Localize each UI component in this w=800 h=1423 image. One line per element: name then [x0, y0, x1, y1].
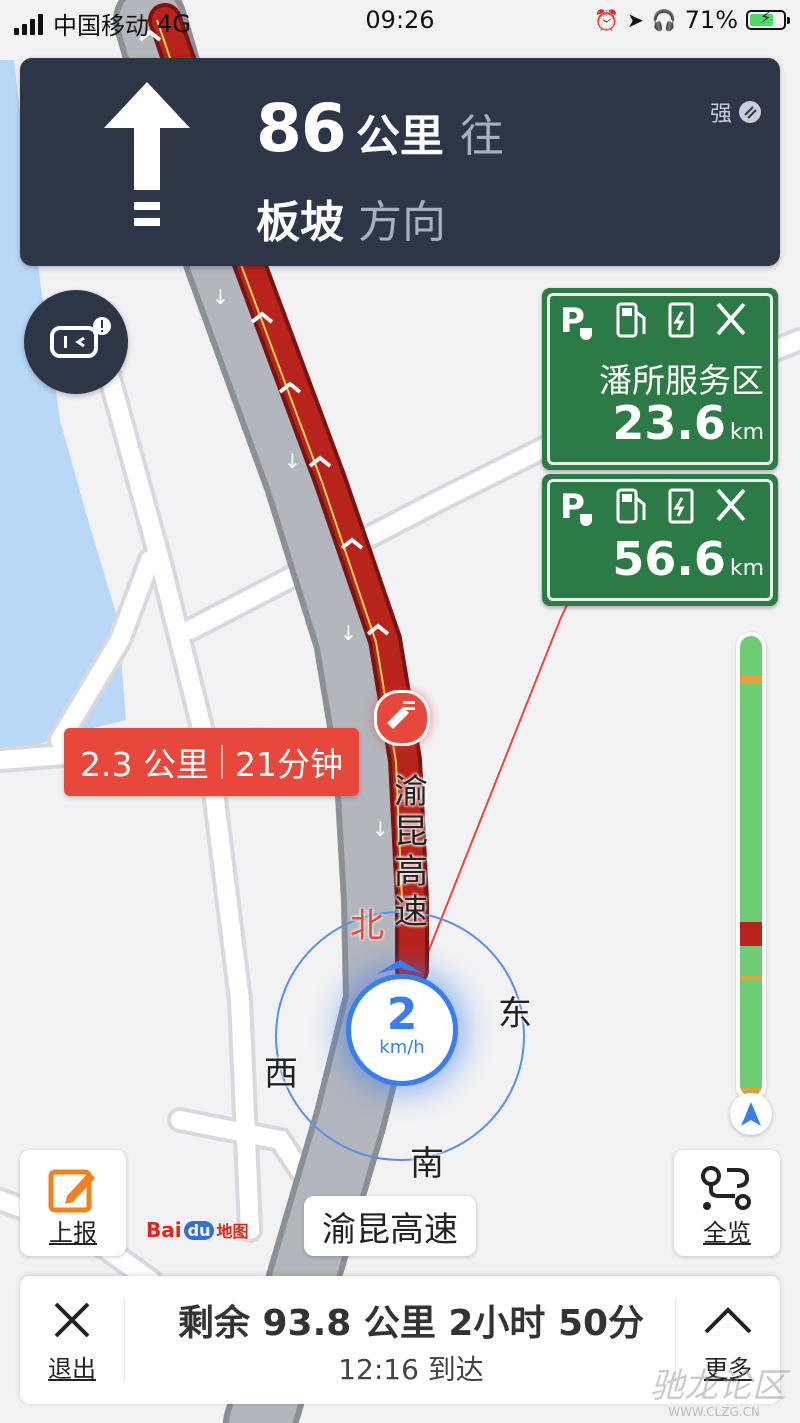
- speedometer: 2 km/h: [346, 974, 458, 1086]
- ev-charger-icon: [668, 302, 694, 338]
- service-area-sign-2[interactable]: P 56.6 km: [542, 474, 778, 606]
- direction-word: 往: [459, 111, 504, 162]
- exit-label: 退出: [48, 1355, 96, 1383]
- service-area-distance: 23.6 km: [612, 396, 764, 450]
- traffic-info-callout[interactable]: 2.3 公里 21分钟: [64, 728, 359, 796]
- logo-map: 地图: [216, 1222, 249, 1241]
- arrival-time: 12:16 到达: [338, 1353, 484, 1386]
- logo-du: du: [183, 1220, 215, 1240]
- speed-value: 2: [386, 989, 418, 1040]
- route-progress-bar[interactable]: [736, 632, 766, 1102]
- assistant-icon: [50, 317, 111, 358]
- straight-arrow-icon: [104, 82, 190, 226]
- distance-line: 86 公里 往: [256, 90, 504, 167]
- overview-button[interactable]: 全览: [674, 1150, 780, 1256]
- service-area-distance-value: 56.6: [612, 532, 726, 586]
- service-area-distance-value: 23.6: [612, 396, 726, 450]
- service-area-distance: 56.6 km: [612, 532, 764, 586]
- exit-navigation-button[interactable]: 退出: [20, 1276, 124, 1404]
- car-jam-icon: [387, 701, 415, 729]
- route-overview-icon: [701, 1166, 751, 1210]
- service-icons: P: [560, 300, 748, 340]
- progress-segment-congested: [740, 922, 762, 946]
- current-position-marker: [730, 1093, 772, 1135]
- watermark-url: WWW.CLZG.CN: [668, 1405, 760, 1419]
- progress-track: [740, 636, 762, 1096]
- restaurant-icon: [716, 488, 746, 522]
- watermark: 驰龙论区: [650, 1366, 786, 1406]
- service-area-name: 潘所服务区: [599, 361, 764, 400]
- gas-pump-icon: [616, 488, 646, 524]
- close-icon: [54, 1302, 90, 1338]
- compass-east: 东: [498, 994, 532, 1034]
- battery-icon: ⚡: [746, 8, 790, 30]
- svg-text:↓: ↓: [372, 817, 389, 841]
- chevron-up-icon: [704, 1307, 752, 1334]
- gps-signal: 强: [710, 96, 762, 128]
- service-icons: P: [560, 486, 748, 526]
- remaining-distance-time: 剩余 93.8 公里 2小时 50分: [177, 1303, 645, 1344]
- compass-west: 西: [264, 1054, 298, 1094]
- distance-value: 86: [256, 90, 347, 167]
- report-label: 上报: [49, 1219, 97, 1247]
- parking-icon: P: [560, 487, 592, 526]
- battery-percent: 71%: [684, 6, 738, 34]
- traffic-distance: 2.3 公里: [80, 745, 209, 784]
- current-road-label: 渝昆高速: [304, 1196, 476, 1256]
- progress-segment-slow: [740, 676, 762, 684]
- svg-text:↓: ↓: [212, 285, 229, 309]
- destination-name: 板坡: [256, 197, 344, 248]
- callout-divider: [220, 745, 223, 779]
- traffic-jam-icon[interactable]: [374, 690, 430, 746]
- svg-text:↓: ↓: [340, 621, 357, 645]
- overview-label: 全览: [703, 1219, 751, 1247]
- speed-unit: km/h: [379, 1037, 425, 1058]
- destination-suffix: 方向: [358, 197, 446, 248]
- logo-bai: Bai: [146, 1218, 182, 1242]
- gps-strength-label: 强: [709, 102, 732, 127]
- parking-icon: P: [560, 301, 592, 340]
- location-arrow-icon: ➤: [626, 8, 644, 32]
- road-label-vertical: 渝昆高速: [394, 772, 428, 932]
- service-area-sign[interactable]: P 潘所服务区 23.6 km: [542, 288, 778, 470]
- baidu-map-logo: Bai du 地图: [146, 1218, 248, 1242]
- svg-text:↓: ↓: [284, 449, 301, 473]
- panel-divider: [124, 1298, 125, 1382]
- progress-segment-slow: [740, 976, 762, 980]
- headphones-icon: 🎧: [651, 8, 677, 32]
- status-bar: 中国移动 4G 09:26 ⏰ ➤ 🎧 71% ⚡: [0, 0, 800, 44]
- alarm-icon: ⏰: [594, 8, 619, 32]
- ev-charger-icon: [668, 488, 694, 524]
- navigation-arrow-icon: [741, 1102, 761, 1126]
- compass-south: 南: [410, 1144, 444, 1184]
- navigation-banner[interactable]: 86 公里 往 板坡 方向 强: [20, 58, 780, 266]
- report-button[interactable]: 上报: [20, 1150, 126, 1256]
- restaurant-icon: [716, 302, 746, 336]
- satellite-icon: [739, 101, 761, 123]
- distance-unit: 公里: [355, 111, 444, 162]
- compass-north: 北: [350, 906, 384, 946]
- destination-line: 板坡 方向: [256, 186, 446, 250]
- service-area-distance-unit: km: [729, 556, 764, 581]
- report-edit-icon: [48, 1169, 95, 1213]
- voice-assistant-button[interactable]: [24, 290, 128, 394]
- traffic-time: 21分钟: [234, 745, 343, 784]
- gas-pump-icon: [616, 302, 646, 338]
- service-area-distance-unit: km: [729, 420, 764, 445]
- status-right: ⏰ ➤ 🎧 71% ⚡: [594, 6, 790, 34]
